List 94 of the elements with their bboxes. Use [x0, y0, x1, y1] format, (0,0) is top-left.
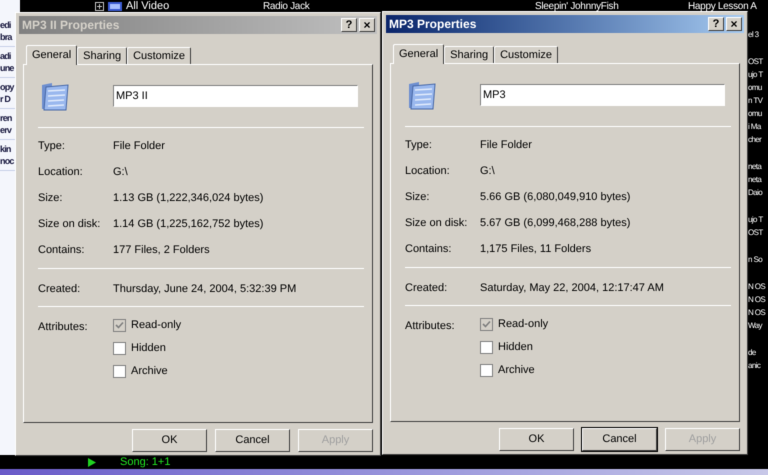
list-text: neta — [748, 161, 762, 173]
checkbox-label: Archive — [498, 363, 535, 378]
sidebar-text: adi — [0, 50, 11, 62]
column-text: Happy Lesson A — [688, 0, 757, 14]
list-text: Daio — [748, 187, 762, 199]
list-text: N OS — [748, 281, 766, 293]
property-value: 1.13 GB (1,222,346,024 bytes) — [113, 190, 264, 203]
property-label: Created: — [405, 280, 448, 293]
property-label: Attributes: — [38, 320, 89, 332]
list-text: omu — [748, 108, 762, 120]
dialog-button[interactable]: Cancel — [215, 429, 290, 452]
list-text: ujo T — [748, 69, 763, 81]
sidebar-text: noc — [0, 155, 14, 167]
list-text: Way — [748, 320, 762, 332]
property-value: G:\ — [113, 164, 128, 177]
tab[interactable]: General — [393, 44, 444, 64]
property-label: Size on disk: — [405, 216, 468, 228]
sidebar-text: r D — [0, 93, 10, 105]
checkbox[interactable] — [480, 364, 493, 377]
sidebar-text: une — [0, 62, 14, 74]
play-icon — [88, 458, 96, 466]
tab[interactable]: Sharing — [77, 46, 128, 64]
checkbox[interactable] — [480, 318, 493, 331]
list-text: neta — [748, 174, 762, 186]
property-label: Contains: — [38, 242, 86, 255]
sidebar-text: edi — [0, 19, 11, 31]
property-value: File Folder — [480, 138, 532, 150]
checkbox[interactable] — [113, 318, 126, 332]
help-button[interactable]: ? — [341, 18, 357, 32]
list-text: n TV — [748, 95, 762, 107]
close-button[interactable]: × — [359, 18, 375, 32]
window-title: MP3 Properties — [389, 16, 476, 33]
name-field[interactable]: MP3 — [480, 84, 725, 106]
sidebar-text: opy — [0, 81, 14, 93]
property-value: Thursday, June 24, 2004, 5:32:39 PM — [113, 282, 296, 294]
help-button[interactable]: ? — [708, 17, 724, 31]
close-button[interactable]: × — [726, 17, 742, 31]
property-label: Contains: — [405, 242, 452, 254]
checkbox-label: Read-only — [131, 318, 182, 334]
name-field[interactable]: MP3 II — [113, 84, 358, 107]
property-label: Size: — [38, 190, 64, 203]
checkbox-label: Hidden — [131, 341, 166, 356]
column-text: Sleepin' JohnnyFish — [535, 0, 618, 14]
tab[interactable]: Sharing — [444, 46, 494, 63]
property-label: Size on disk: — [38, 216, 102, 229]
list-text: N OS — [748, 307, 766, 319]
checkbox[interactable] — [113, 364, 126, 378]
now-playing: Song: 1+1 — [120, 456, 170, 468]
dialog-button[interactable]: OK — [132, 429, 207, 452]
window-title: MP3 II Properties — [22, 17, 120, 34]
property-label: Type: — [38, 138, 66, 151]
list-text: ujo T — [748, 214, 763, 226]
list-text: i Ma — [748, 121, 761, 133]
dialog-button[interactable]: OK — [499, 428, 574, 451]
property-label: Attributes: — [405, 318, 456, 331]
sidebar-text: bra — [0, 31, 12, 43]
sidebar-text: ren — [0, 112, 12, 124]
checkbox-label: Read-only — [498, 317, 548, 332]
property-value: 1,175 Files, 11 Folders — [480, 242, 592, 254]
checkbox-label: Hidden — [498, 340, 533, 356]
tree-item[interactable]: All Video — [126, 0, 170, 14]
list-text: omu — [748, 82, 762, 94]
checkbox[interactable] — [480, 340, 493, 354]
list-text: OST — [748, 227, 763, 239]
expand-icon[interactable] — [95, 2, 104, 11]
property-value: 1.14 GB (1,225,162,752 bytes) — [113, 216, 264, 229]
list-text: N OS — [748, 294, 766, 306]
property-label: Created: — [38, 282, 82, 294]
tab[interactable]: General — [26, 44, 78, 65]
list-text: cher — [748, 134, 762, 146]
tab[interactable]: Customize — [127, 46, 192, 64]
property-value: G:\ — [480, 164, 495, 176]
property-value: 5.67 GB (6,099,468,288 bytes) — [480, 216, 630, 228]
list-text: OST — [748, 56, 763, 68]
list-text: el 3 — [748, 29, 758, 41]
list-text: de — [748, 347, 756, 359]
column-text: Radio Jack — [263, 0, 310, 14]
checkbox[interactable] — [113, 342, 126, 355]
property-label: Location: — [405, 164, 451, 176]
checkbox-label: Archive — [131, 364, 168, 380]
property-value: File Folder — [113, 138, 165, 151]
tab[interactable]: Customize — [494, 46, 558, 63]
property-label: Size: — [405, 190, 430, 202]
list-text: n So — [748, 254, 762, 266]
property-label: Location: — [38, 164, 84, 177]
dialog-button[interactable]: Cancel — [582, 428, 657, 451]
film-icon — [108, 2, 122, 11]
sidebar-text: kin — [0, 143, 11, 155]
property-value: 177 Files, 2 Folders — [113, 242, 210, 255]
sidebar-text: erv — [0, 124, 12, 136]
property-value: Saturday, May 22, 2004, 12:17:47 AM — [480, 280, 664, 293]
property-value: 5.66 GB (6,080,049,910 bytes) — [480, 190, 630, 202]
property-label: Type: — [405, 138, 433, 150]
list-text: anic — [748, 360, 760, 372]
